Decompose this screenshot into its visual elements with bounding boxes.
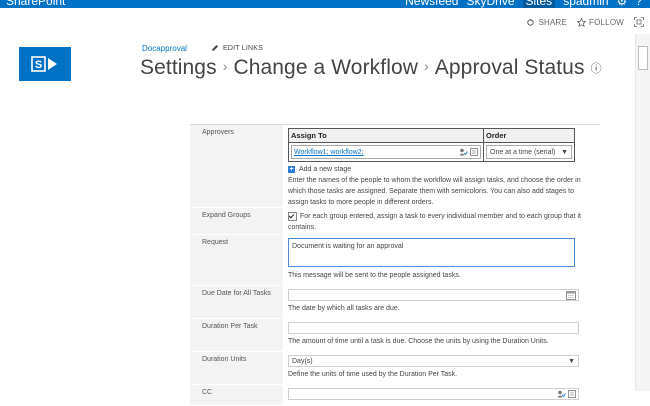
suite-link-skydrive[interactable]: SkyDrive (466, 0, 514, 8)
action-bar: SHARE FOLLOW (526, 14, 644, 30)
duration-per-task-input[interactable] (288, 322, 579, 334)
follow-label: FOLLOW (589, 17, 624, 27)
address-book-icon[interactable] (470, 148, 478, 156)
suite-link-sites[interactable]: Sites (522, 0, 556, 8)
share-label: SHARE (538, 17, 568, 27)
duration-units-row: Duration Units Day(s) ▼ Define the units… (190, 352, 600, 385)
duration-per-task-row: Duration Per Task The amount of time unt… (190, 319, 600, 352)
breadcrumb-current: Approval Status (434, 56, 585, 79)
approvers-row: Approvers Assign To Order Workflow1; wor… (190, 125, 600, 208)
breadcrumb-separator: › (424, 58, 429, 74)
order-value: One at a time (serial) (490, 148, 556, 156)
duration-per-task-description: The amount of time until a task is due. … (288, 338, 549, 345)
request-label: Request (202, 239, 229, 246)
request-textarea[interactable]: Document is waiting for an approval (288, 238, 575, 267)
duration-units-select[interactable]: Day(s) ▼ (288, 355, 579, 367)
user-menu[interactable]: spadmin (563, 0, 608, 8)
dropdown-arrow-icon: ▼ (561, 148, 568, 156)
breadcrumb-settings[interactable]: Settings (140, 56, 217, 79)
request-description: This message will be sent to the people … (288, 272, 461, 279)
suite-brand[interactable]: SharePoint (6, 0, 65, 8)
add-icon: + (288, 166, 295, 173)
breadcrumb-change-workflow[interactable]: Change a Workflow (233, 56, 418, 79)
suite-links: Newsfeed SkyDrive Sites spadmin ⚙ ? (405, 0, 642, 8)
due-date-description: The date by which all tasks are due. (288, 305, 400, 312)
edit-links-button[interactable]: EDIT LINKS (211, 44, 263, 52)
due-date-input[interactable] (288, 289, 579, 301)
edit-links-label: EDIT LINKS (223, 44, 263, 52)
logo-letter: S (35, 59, 42, 71)
assign-to-people-picker[interactable]: Workflow1; workflow2; (291, 145, 481, 159)
approvers-table: Assign To Order Workflow1; workflow2; On… (288, 128, 575, 162)
order-header: Order (483, 128, 575, 143)
pencil-icon (212, 45, 218, 51)
expand-groups-checkbox[interactable] (288, 211, 297, 221)
assign-to-header: Assign To (288, 128, 484, 143)
expand-groups-text: For each group entered, assign a task to… (288, 213, 581, 231)
duration-units-value: Day(s) (292, 357, 313, 365)
request-row: Request Document is waiting for an appro… (190, 235, 600, 286)
check-names-icon[interactable] (459, 148, 468, 156)
vertical-scrollbar[interactable] (635, 34, 650, 391)
sharepoint-logo-icon: S (31, 56, 57, 72)
cc-people-picker[interactable] (288, 388, 579, 400)
due-date-row: Due Date for All Tasks The date by which… (190, 286, 600, 319)
cc-label: CC (202, 389, 213, 396)
page-title: Settings › Change a Workflow › Approval Stat… (140, 56, 602, 80)
settings-gear-icon[interactable]: ⚙ (617, 0, 628, 8)
star-icon (577, 17, 587, 27)
share-button[interactable]: SHARE (526, 18, 567, 27)
dropdown-arrow-icon: ▼ (568, 357, 575, 365)
address-book-icon[interactable] (568, 390, 576, 398)
calendar-icon[interactable] (566, 290, 576, 300)
due-date-label: Due Date for All Tasks (202, 290, 271, 297)
workflow-settings-form: Approvers Assign To Order Workflow1; wor… (190, 124, 600, 406)
add-stage-link[interactable]: + Add a new stage (288, 164, 592, 175)
check-names-icon[interactable] (557, 390, 566, 398)
add-stage-label: Add a new stage (299, 166, 352, 173)
follow-button[interactable]: FOLLOW (577, 17, 624, 27)
focus-on-content-icon (634, 17, 644, 27)
approvers-label: Approvers (202, 129, 234, 136)
expand-groups-label: Expand Groups (202, 212, 251, 219)
order-select[interactable]: One at a time (serial) ▼ (486, 145, 572, 159)
approvers-description: Enter the names of the people to whom th… (288, 177, 581, 206)
scrollbar-thumb[interactable] (638, 46, 648, 70)
expand-groups-row: Expand Groups For each group entered, as… (190, 208, 600, 235)
breadcrumb-separator: › (222, 58, 228, 74)
cc-row: CC (190, 385, 600, 406)
site-logo[interactable]: S (19, 47, 71, 81)
duration-units-label: Duration Units (202, 356, 247, 363)
duration-per-task-label: Duration Per Task (202, 323, 258, 330)
assignees-value[interactable]: Workflow1; workflow2; (294, 147, 364, 158)
site-name-link[interactable]: Docapproval (142, 44, 187, 53)
info-icon[interactable]: ⓘ (591, 63, 602, 75)
help-icon[interactable]: ? (635, 0, 642, 8)
suite-bar: SharePoint Newsfeed SkyDrive Sites spadm… (0, 0, 650, 8)
share-icon (527, 18, 535, 26)
suite-link-newsfeed[interactable]: Newsfeed (405, 0, 458, 8)
duration-units-description: Define the units of time used by the Dur… (288, 371, 458, 378)
focus-content-button[interactable] (634, 17, 644, 27)
